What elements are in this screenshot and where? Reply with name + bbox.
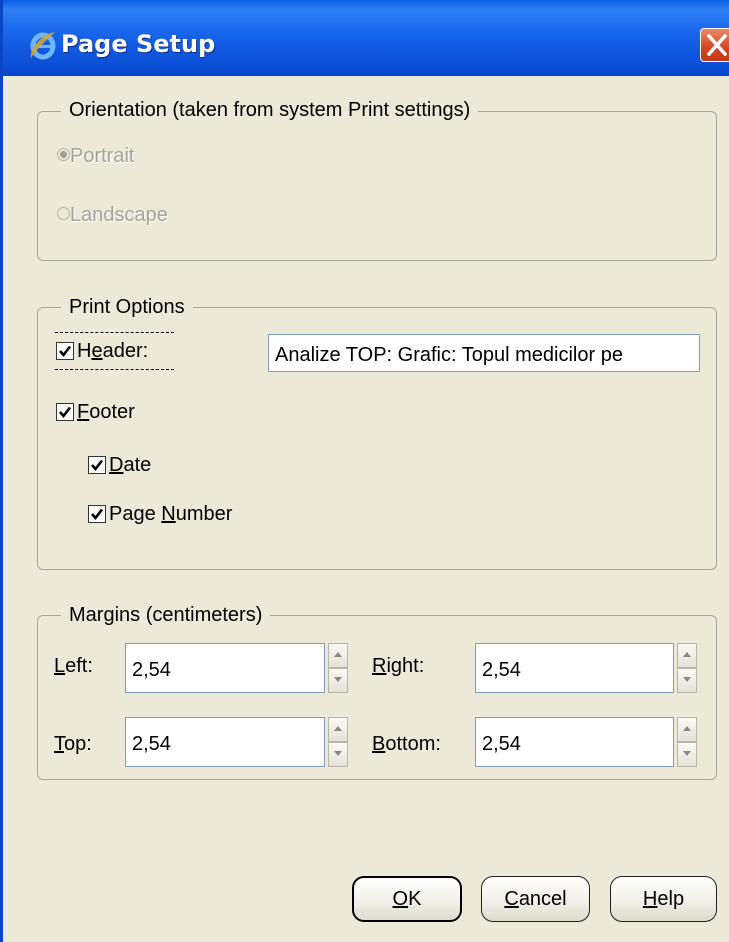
cancel-button[interactable]: Cancel — [481, 876, 590, 922]
landscape-label[interactable]: Landscape — [70, 204, 168, 227]
title-bar[interactable]: Page Setup — [3, 0, 729, 76]
top-margin-spinner[interactable] — [328, 717, 348, 767]
orientation-group — [37, 111, 717, 261]
left-margin-spin-down[interactable] — [328, 668, 348, 693]
page-number-label-mnemonic: N — [161, 503, 176, 525]
top-margin-label-mnemonic: T — [54, 733, 64, 755]
top-margin-spin-up[interactable] — [328, 717, 348, 742]
footer-checkbox[interactable] — [56, 403, 74, 421]
arrow-up-icon — [683, 726, 691, 731]
internet-explorer-icon — [27, 28, 59, 62]
footer-label[interactable]: Footer — [77, 401, 135, 424]
left-margin-label: Left: — [54, 655, 93, 678]
ok-button-mnemonic: O — [392, 888, 409, 910]
left-margin-label-mnemonic: L — [54, 655, 66, 677]
right-margin-label-mnemonic: R — [372, 655, 387, 677]
page-number-checkbox[interactable] — [88, 505, 106, 523]
bottom-margin-spinner[interactable] — [677, 717, 697, 767]
close-icon — [707, 34, 727, 56]
header-checkbox[interactable] — [56, 342, 74, 360]
page-setup-dialog: Page Setup Orientation (taken from syste… — [0, 0, 729, 942]
checkmark-icon — [59, 345, 72, 358]
right-margin-spin-up[interactable] — [677, 643, 697, 668]
checkmark-icon — [91, 459, 104, 472]
arrow-up-icon — [334, 652, 342, 657]
ok-button-post: K — [408, 888, 422, 910]
right-margin-label-post: ight: — [386, 655, 425, 677]
close-button[interactable] — [700, 28, 729, 62]
arrow-down-icon — [334, 751, 342, 756]
cancel-button-post: ancel — [518, 888, 567, 910]
help-button-mnemonic: H — [642, 888, 658, 910]
right-margin-spinner[interactable] — [677, 643, 697, 693]
date-label-mnemonic: D — [109, 454, 124, 476]
bottom-margin-label-mnemonic: B — [372, 733, 386, 755]
orientation-legend: Orientation (taken from system Print set… — [61, 99, 479, 122]
page-number-label-post: umber — [175, 503, 233, 525]
arrow-down-icon — [683, 751, 691, 756]
bottom-margin-spin-up[interactable] — [677, 717, 697, 742]
help-button[interactable]: Help — [610, 876, 717, 922]
left-margin-label-post: eft: — [65, 655, 93, 677]
left-margin-spin-up[interactable] — [328, 643, 348, 668]
right-margin-label: Right: — [372, 655, 424, 678]
landscape-radio[interactable] — [57, 207, 70, 220]
top-margin-spin-down[interactable] — [328, 742, 348, 767]
footer-label-mnemonic: F — [77, 401, 90, 423]
bottom-margin-label: Bottom: — [372, 733, 441, 756]
header-label-pre: H — [77, 340, 92, 362]
header-text-input[interactable]: Analize TOP: Grafic: Topul medicilor pe — [268, 334, 700, 372]
page-number-label[interactable]: Page Number — [109, 503, 232, 526]
footer-label-post: ooter — [89, 401, 135, 423]
bottom-margin-input[interactable]: 2,54 — [475, 717, 674, 767]
left-margin-spinner[interactable] — [328, 643, 348, 693]
header-label-mnemonic: e — [91, 340, 103, 362]
arrow-up-icon — [683, 652, 691, 657]
bottom-margin-label-post: ottom: — [385, 733, 441, 755]
date-checkbox[interactable] — [88, 456, 106, 474]
page-number-label-pre: Page — [109, 503, 162, 525]
margins-legend: Margins (centimeters) — [61, 604, 271, 627]
checkmark-icon — [59, 406, 72, 419]
date-label[interactable]: Date — [109, 454, 151, 477]
cancel-button-mnemonic: C — [504, 888, 519, 910]
portrait-radio[interactable] — [57, 148, 70, 161]
arrow-up-icon — [334, 726, 342, 731]
left-margin-input[interactable]: 2,54 — [125, 643, 325, 693]
date-label-post: ate — [123, 454, 152, 476]
checkmark-icon — [91, 508, 104, 521]
top-margin-input[interactable]: 2,54 — [125, 717, 325, 767]
arrow-down-icon — [683, 677, 691, 682]
portrait-label[interactable]: Portrait — [70, 145, 134, 168]
header-label[interactable]: Header: — [77, 340, 148, 363]
ok-button[interactable]: OK — [352, 876, 462, 922]
right-margin-spin-down[interactable] — [677, 668, 697, 693]
print-options-legend: Print Options — [61, 296, 193, 319]
right-margin-input[interactable]: 2,54 — [475, 643, 674, 693]
top-margin-label: Top: — [54, 733, 92, 756]
arrow-down-icon — [334, 677, 342, 682]
window-title: Page Setup — [61, 30, 216, 58]
help-button-post: elp — [657, 888, 685, 910]
header-label-post: ader: — [102, 340, 149, 362]
bottom-margin-spin-down[interactable] — [677, 742, 697, 767]
top-margin-label-post: op: — [64, 733, 92, 755]
